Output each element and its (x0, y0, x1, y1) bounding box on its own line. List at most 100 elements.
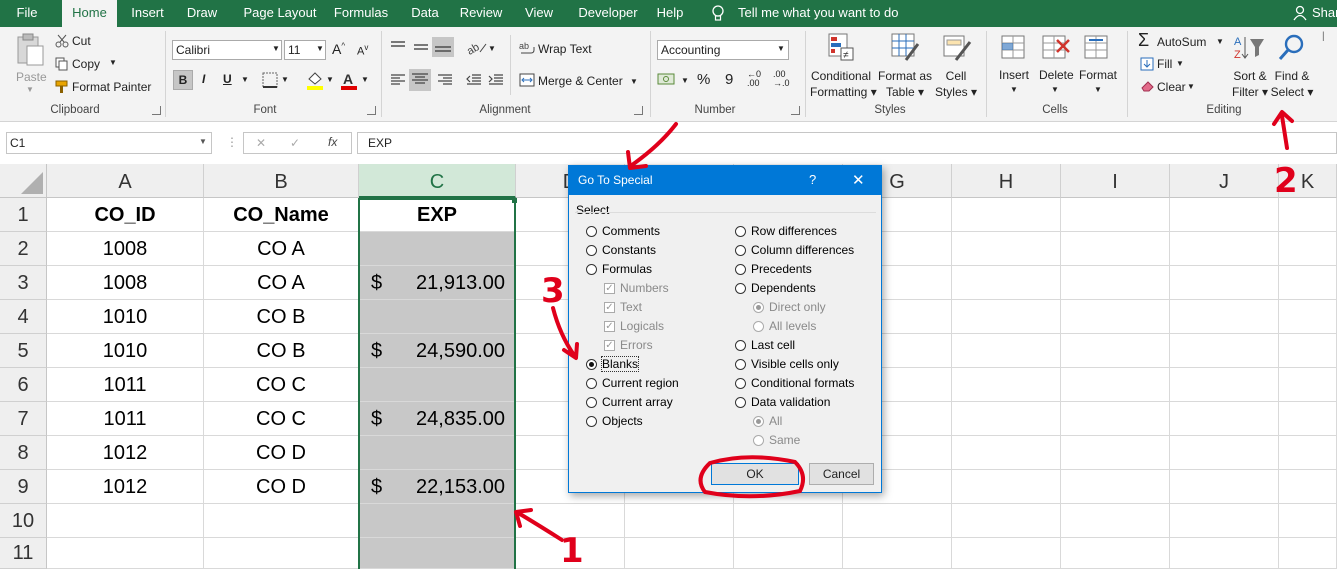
decrease-font-icon[interactable]: Av (357, 43, 368, 58)
italic-button[interactable]: I (202, 72, 205, 86)
cell-i8[interactable] (1061, 436, 1170, 470)
cell-a9[interactable]: 1012 (47, 470, 204, 504)
cell-e11[interactable] (625, 538, 734, 569)
align-right-icon[interactable] (437, 73, 453, 90)
column-header-k[interactable]: K (1279, 164, 1337, 198)
cell-h9[interactable] (952, 470, 1061, 504)
cell-i9[interactable] (1061, 470, 1170, 504)
cell-g11[interactable] (843, 538, 952, 569)
percent-style-button[interactable]: % (697, 71, 710, 88)
cell-f11[interactable] (734, 538, 843, 569)
tab-developer[interactable]: Developer (566, 0, 650, 27)
cell-b1[interactable]: CO_Name (204, 198, 359, 232)
format-as-table-button[interactable]: Format as Table ▾ (876, 68, 934, 100)
cell-h7[interactable] (952, 402, 1061, 436)
paste-dropdown-icon[interactable]: ▼ (26, 85, 34, 94)
cell-i11[interactable] (1061, 538, 1170, 569)
increase-decimal-button[interactable]: ←0.00 (747, 70, 761, 88)
font-color-dropdown-icon[interactable]: ▼ (361, 75, 369, 84)
radio-blanks[interactable] (586, 359, 597, 370)
cut-button[interactable]: Cut (72, 34, 91, 48)
column-header-c[interactable]: C (359, 164, 516, 198)
cell-b8[interactable]: CO D (204, 436, 359, 470)
cell-i2[interactable] (1061, 232, 1170, 266)
row-header-8[interactable]: 8 (0, 436, 47, 470)
cell-a6[interactable]: 1011 (47, 368, 204, 402)
cell-b6[interactable]: CO C (204, 368, 359, 402)
font-name-dropdown-icon[interactable]: ▼ (272, 44, 280, 53)
accounting-format-icon[interactable] (657, 71, 677, 90)
ok-button[interactable]: OK (711, 463, 799, 485)
cell-a1[interactable]: CO_ID (47, 198, 204, 232)
cell-j10[interactable] (1170, 504, 1279, 538)
cell-j8[interactable] (1170, 436, 1279, 470)
cell-j6[interactable] (1170, 368, 1279, 402)
cell-k6[interactable] (1279, 368, 1337, 402)
radio-objects[interactable] (586, 416, 597, 427)
number-launcher-icon[interactable] (791, 106, 800, 115)
tab-draw[interactable]: Draw (178, 0, 226, 27)
option-label-formulas[interactable]: Formulas (602, 262, 652, 276)
column-header-j[interactable]: J (1170, 164, 1279, 198)
number-format-select[interactable]: Accounting (657, 40, 789, 60)
decrease-indent-icon[interactable] (466, 73, 482, 90)
formula-input[interactable]: EXP (357, 132, 1337, 154)
option-label-conditional-formats[interactable]: Conditional formats (751, 376, 854, 390)
radio-constants[interactable] (586, 245, 597, 256)
cell-i5[interactable] (1061, 334, 1170, 368)
insert-function-icon[interactable]: fx (328, 135, 337, 149)
cell-i7[interactable] (1061, 402, 1170, 436)
cell-h4[interactable] (952, 300, 1061, 334)
fill-color-icon[interactable] (306, 70, 324, 93)
radio-row-differences[interactable] (735, 226, 746, 237)
cell-i6[interactable] (1061, 368, 1170, 402)
orientation-icon[interactable]: ab (465, 39, 488, 58)
user-icon[interactable] (1293, 5, 1307, 21)
cell-k1[interactable] (1279, 198, 1337, 232)
select-all-corner[interactable] (0, 164, 47, 198)
cell-h8[interactable] (952, 436, 1061, 470)
fill-color-dropdown-icon[interactable]: ▼ (326, 75, 334, 84)
radio-column-differences[interactable] (735, 245, 746, 256)
option-label-precedents[interactable]: Precedents (751, 262, 812, 276)
cell-b10[interactable] (204, 504, 359, 538)
cell-styles-button[interactable]: Cell Styles ▾ (934, 68, 978, 100)
clipboard-launcher-icon[interactable] (152, 106, 161, 115)
increase-font-icon[interactable]: A^ (332, 41, 345, 57)
cell-d11[interactable] (516, 538, 625, 569)
ribbon-collapse-icon[interactable]: | (1322, 31, 1325, 42)
option-label-blanks[interactable]: Blanks (600, 356, 640, 372)
cell-k11[interactable] (1279, 538, 1337, 569)
option-label-current-array[interactable]: Current array (602, 395, 673, 409)
clear-button[interactable]: Clear (1157, 80, 1186, 94)
row-header-4[interactable]: 4 (0, 300, 47, 334)
cancel-icon[interactable]: ✕ (256, 136, 266, 150)
fill-handle[interactable] (512, 198, 517, 203)
format-dropdown-icon[interactable]: ▼ (1094, 85, 1102, 94)
tab-data[interactable]: Data (398, 0, 452, 27)
cell-a3[interactable]: 1008 (47, 266, 204, 300)
cell-k7[interactable] (1279, 402, 1337, 436)
orientation-dropdown-icon[interactable]: ▼ (488, 44, 496, 53)
cell-b7[interactable]: CO C (204, 402, 359, 436)
cell-k8[interactable] (1279, 436, 1337, 470)
column-header-i[interactable]: I (1061, 164, 1170, 198)
borders-icon[interactable] (262, 72, 278, 91)
cell-j7[interactable] (1170, 402, 1279, 436)
comma-style-button[interactable]: 9 (725, 71, 733, 88)
cell-k4[interactable] (1279, 300, 1337, 334)
insert-cells-button[interactable]: Insert (999, 68, 1029, 82)
row-header-10[interactable]: 10 (0, 504, 47, 538)
tab-view[interactable]: View (514, 0, 564, 27)
paste-icon[interactable] (15, 33, 45, 67)
row-header-6[interactable]: 6 (0, 368, 47, 402)
radio-dependents[interactable] (735, 283, 746, 294)
close-icon[interactable]: ✕ (852, 171, 865, 189)
cell-b9[interactable]: CO D (204, 470, 359, 504)
align-center-icon[interactable] (409, 69, 431, 91)
tab-formulas[interactable]: Formulas (324, 0, 398, 27)
tab-review[interactable]: Review (452, 0, 510, 27)
tab-file[interactable]: File (0, 0, 54, 27)
tab-help[interactable]: Help (646, 0, 694, 27)
cell-i1[interactable] (1061, 198, 1170, 232)
